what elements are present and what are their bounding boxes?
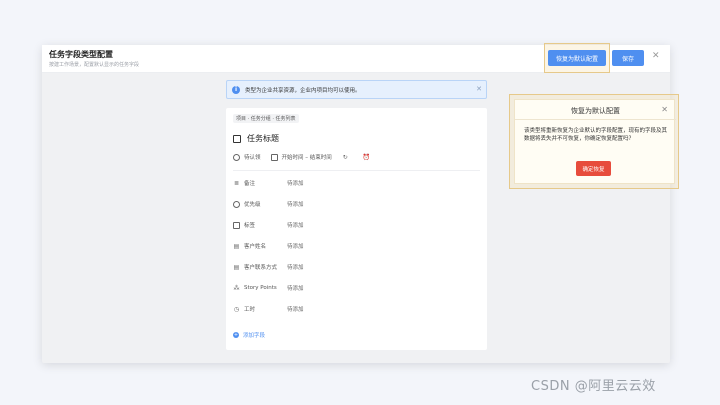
info-icon: i: [232, 85, 240, 94]
confirm-restore-button[interactable]: 确定恢复: [576, 161, 611, 176]
field-label: 优先级: [244, 202, 261, 208]
field-row-customer-contact[interactable]: ▤ 客户联系方式 待添加: [233, 262, 304, 272]
calendar-icon: [270, 153, 278, 161]
breadcrumb: 项目 · 任务分组 · 任务列表: [233, 114, 299, 123]
field-value: 待添加: [287, 202, 304, 208]
task-preview-card: 项目 · 任务分组 · 任务列表 任务标题 待认领 开始时间 – 结束时间 ↻ …: [226, 108, 487, 350]
field-row-story-points[interactable]: ⁂ Story Points 待添加: [233, 283, 304, 293]
add-field-button[interactable]: + 添加字段: [233, 331, 265, 339]
task-meta-row: 待认领 开始时间 – 结束时间 ↻ ⏰: [233, 153, 384, 161]
config-window: 任务字段类型配置 按建工作场景，配置默认显示的任务字段 恢复为默认配置 保存 ✕…: [42, 43, 670, 363]
window-header: 任务字段类型配置 按建工作场景，配置默认显示的任务字段 恢复为默认配置 保存 ✕: [42, 43, 670, 73]
assignee-field[interactable]: 待认领: [233, 153, 261, 161]
field-label: 客户联系方式: [244, 265, 278, 271]
field-row-note[interactable]: ≣ 备注 待添加: [233, 178, 304, 188]
notice-text: 类型为企业共享资源，企业内项目均可以使用。: [245, 87, 361, 94]
story-points-icon: ⁂: [233, 284, 240, 292]
field-label: 标签: [244, 223, 256, 229]
tag-icon: [233, 221, 240, 229]
field-label: 客户姓名: [244, 244, 267, 250]
field-value: 待添加: [287, 244, 304, 250]
divider: [233, 170, 480, 171]
alarm-icon: ⏰: [362, 153, 371, 161]
field-row-customer-name[interactable]: ▤ 客户姓名 待添加: [233, 241, 304, 251]
field-value: 待添加: [287, 223, 304, 229]
field-value: 待添加: [287, 286, 304, 292]
watermark: CSDN @阿里云云效: [531, 379, 656, 394]
field-row-priority[interactable]: 优先级 待添加: [233, 199, 304, 209]
window-title: 任务字段类型配置: [49, 50, 113, 59]
customer-contact-icon: ▤: [233, 263, 240, 271]
field-label: 备注: [244, 181, 256, 187]
work-hours-icon: ◷: [233, 305, 240, 313]
assignee-value: 待认领: [244, 155, 261, 161]
window-subtitle: 按建工作场景，配置默认显示的任务字段: [49, 62, 140, 68]
popup-divider: [515, 119, 676, 120]
field-value: 待添加: [287, 181, 304, 187]
field-value: 待添加: [287, 307, 304, 313]
field-value: 待添加: [287, 265, 304, 271]
info-notice: i 类型为企业共享资源，企业内项目均可以使用。 ✕: [226, 80, 487, 99]
task-title: 任务标题: [247, 134, 279, 143]
customer-name-icon: ▤: [233, 242, 240, 250]
save-button[interactable]: 保存: [612, 50, 644, 66]
close-icon[interactable]: ✕: [652, 51, 660, 61]
restore-default-button[interactable]: 恢复为默认配置: [548, 50, 606, 66]
restore-confirm-popup: 恢复为默认配置 ✕ 该类型将重新恢复为企业默认的字段配置，现有的字段及其数据将丢…: [514, 99, 676, 184]
task-checkbox[interactable]: [233, 134, 241, 143]
field-row-tag[interactable]: 标签 待添加: [233, 220, 304, 230]
repeat-icon: ↻: [342, 153, 348, 161]
time-range-value: 开始时间 – 结束时间: [281, 155, 332, 161]
task-title-row: 任务标题: [233, 133, 279, 144]
notice-close-icon[interactable]: ✕: [476, 85, 482, 93]
field-label: 工时: [244, 307, 256, 313]
field-row-work-hours[interactable]: ◷ 工时 待添加: [233, 304, 304, 314]
field-label: Story Points: [244, 285, 277, 291]
popup-title: 恢复为默认配置: [571, 107, 620, 115]
plus-icon: +: [233, 332, 239, 338]
repeat-field[interactable]: ↻: [342, 154, 353, 161]
reminder-field[interactable]: ⏰: [363, 154, 374, 161]
priority-icon: [233, 200, 240, 208]
note-icon: ≣: [233, 179, 240, 187]
add-field-label: 添加字段: [243, 333, 266, 339]
user-icon: [233, 153, 240, 161]
popup-close-icon[interactable]: ✕: [661, 105, 668, 114]
time-range-field[interactable]: 开始时间 – 结束时间: [270, 153, 332, 161]
popup-message: 该类型将重新恢复为企业默认的字段配置，现有的字段及其数据将丢失并不可恢复，你确定…: [524, 128, 668, 142]
